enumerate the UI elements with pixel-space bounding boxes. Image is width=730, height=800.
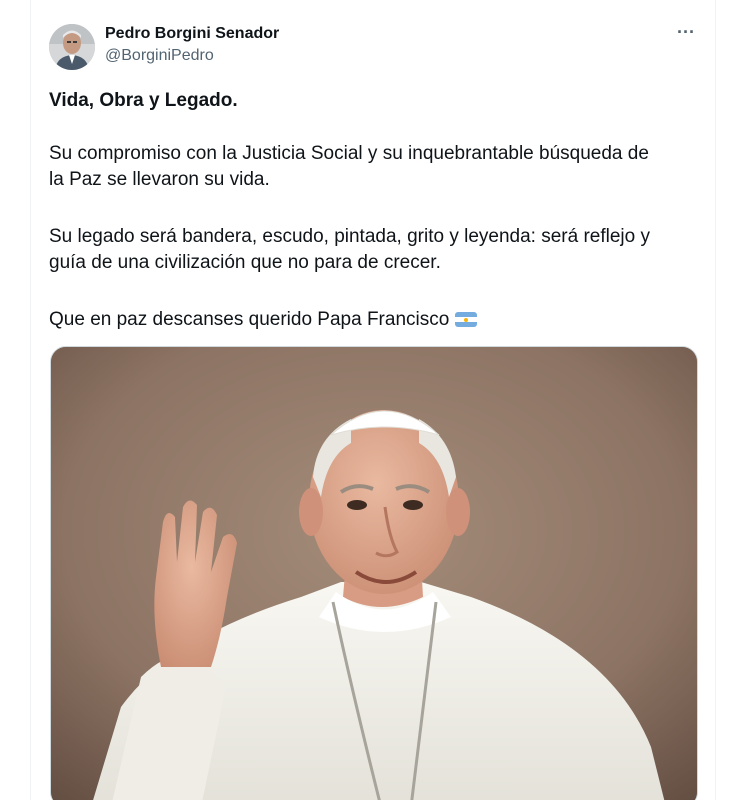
author-name[interactable]: Pedro Borgini Senador [105, 24, 279, 44]
avatar-image [49, 24, 95, 70]
tweet-media-image[interactable] [50, 346, 698, 800]
paragraph-1: Su compromiso con la Justicia Social y s… [49, 141, 649, 193]
flag-sun [464, 317, 469, 322]
author-handle[interactable]: @BorginiPedro [105, 46, 214, 66]
paragraph-3: Que en paz descanses querido Papa Franci… [49, 307, 478, 333]
paragraph-3-text: Que en paz descanses querido Papa Franci… [49, 309, 450, 330]
argentina-flag-icon [455, 312, 478, 327]
pope-photo [51, 347, 697, 800]
paragraph-1-line-1: Su compromiso con la Justicia Social y s… [49, 143, 649, 164]
paragraph-1-line-2: la Paz se llevaron su vida. [49, 169, 270, 190]
paragraph-2-line-1: Su legado será bandera, escudo, pintada,… [49, 226, 650, 247]
previous-tweet-cutoff [151, 0, 201, 2]
tweet-title-line: Vida, Obra y Legado. [49, 90, 238, 111]
paragraph-2-line-2: guía de una civilización que no para de … [49, 252, 441, 273]
tweet-card[interactable]: Pedro Borgini Senador @BorginiPedro ··· … [30, 0, 716, 800]
avatar[interactable] [49, 24, 95, 70]
more-horizontal-icon[interactable]: ··· [673, 23, 699, 46]
paragraph-2: Su legado será bandera, escudo, pintada,… [49, 224, 650, 276]
tweet-header: Pedro Borgini Senador @BorginiPedro ··· [49, 23, 699, 72]
